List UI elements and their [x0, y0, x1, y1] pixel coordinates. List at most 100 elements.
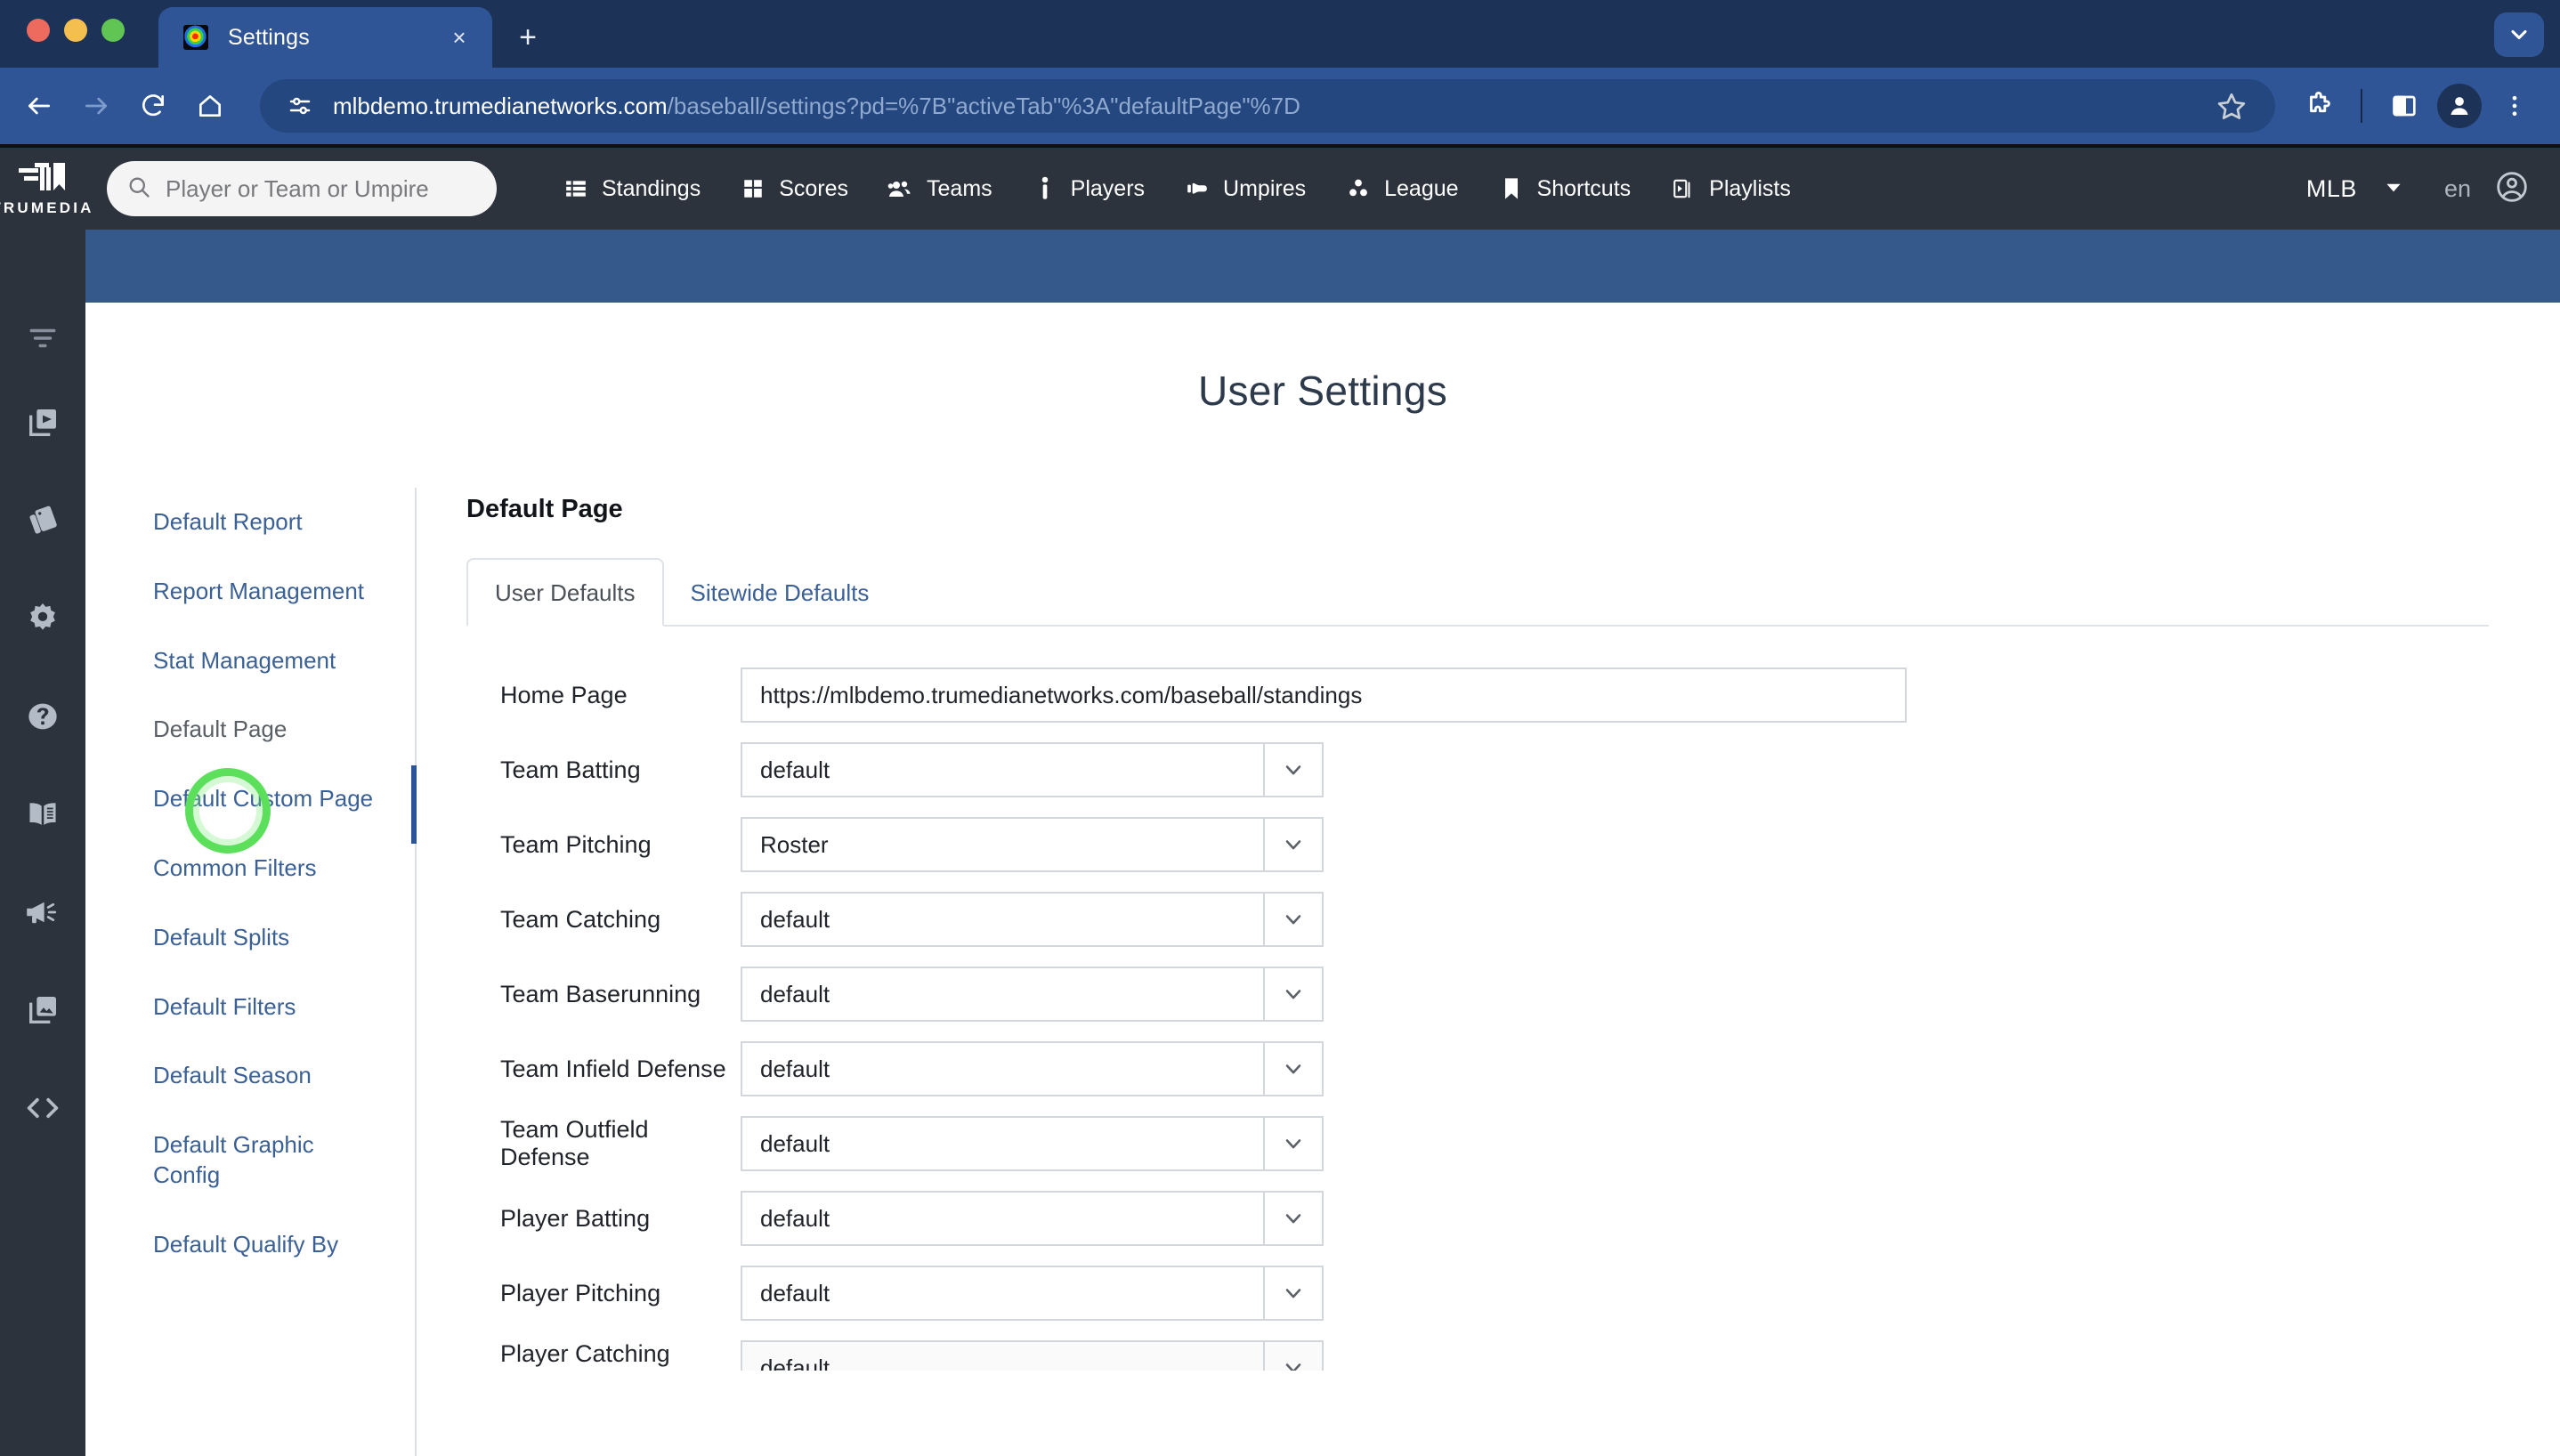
chevron-down-icon[interactable]	[1263, 1193, 1322, 1244]
tab-sitewide-defaults[interactable]: Sitewide Defaults	[664, 560, 896, 625]
form-row-team-pitching: Team Pitching Roster	[466, 817, 2489, 872]
umpire-hand-icon	[1184, 177, 1211, 200]
megaphone-icon[interactable]	[0, 863, 85, 961]
team-batting-select[interactable]: default	[741, 742, 1324, 797]
settings-nav-item-default-graphic-config[interactable]: Default Graphic Config	[153, 1111, 379, 1210]
team-outfield-defense-select[interactable]: default	[741, 1116, 1324, 1171]
teams-people-icon	[887, 177, 914, 200]
nav-label: Shortcuts	[1536, 175, 1632, 201]
video-library-icon[interactable]	[0, 374, 85, 472]
maximize-window-button[interactable]	[101, 19, 125, 42]
settings-nav-item-default-page[interactable]: Default Page	[153, 695, 379, 764]
select-value: default	[760, 980, 830, 1007]
settings-nav-item-default-report[interactable]: Default Report	[153, 488, 379, 557]
player-catching-select[interactable]: default	[741, 1340, 1324, 1371]
nav-item-shortcuts[interactable]: Shortcuts	[1478, 176, 1651, 202]
team-infield-defense-select[interactable]: default	[741, 1041, 1324, 1096]
trumedia-logo[interactable]: TRUMEDIA	[0, 161, 91, 217]
tab-user-defaults[interactable]: User Defaults	[466, 558, 664, 627]
side-panel-icon[interactable]	[2378, 80, 2430, 132]
field-label: Team Outfield Defense	[500, 1116, 649, 1170]
player-batting-select[interactable]: default	[741, 1191, 1324, 1246]
url-text: mlbdemo.trumedianetworks.com/baseball/se…	[333, 93, 1300, 120]
minimize-window-button[interactable]	[64, 19, 87, 42]
nav-label: Playlists	[1709, 175, 1791, 201]
url-bar[interactable]: mlbdemo.trumedianetworks.com/baseball/se…	[260, 79, 2275, 133]
chevron-down-icon[interactable]	[1263, 1267, 1322, 1319]
chevron-down-icon[interactable]	[1263, 1342, 1322, 1371]
select-value: default	[760, 756, 830, 783]
star-outline-icon[interactable]	[2211, 85, 2252, 126]
window-traffic-lights[interactable]	[27, 0, 125, 68]
new-tab-button[interactable]: +	[505, 14, 551, 61]
language-selector[interactable]: en	[2444, 175, 2471, 203]
caret-down-icon[interactable]	[2382, 175, 2405, 203]
settings-nav-item-default-custom-page[interactable]: Default Custom Page	[153, 764, 379, 834]
home-icon[interactable]	[183, 79, 237, 133]
field-label: Player Pitching	[500, 1279, 661, 1306]
player-pitching-select[interactable]: default	[741, 1266, 1324, 1321]
team-baserunning-select[interactable]: default	[741, 967, 1324, 1022]
team-catching-select[interactable]: default	[741, 892, 1324, 947]
settings-nav-item-default-filters[interactable]: Default Filters	[153, 973, 379, 1042]
select-value: default	[760, 1204, 830, 1232]
settings-nav-item-stat-management[interactable]: Stat Management	[153, 627, 379, 696]
nav-item-players[interactable]: Players	[1012, 176, 1164, 202]
settings-nav-item-report-management[interactable]: Report Management	[153, 557, 379, 627]
close-icon[interactable]: ×	[444, 22, 474, 53]
application-window: TRUMEDIA Player or Team or Umpire Standi…	[0, 148, 2560, 1456]
nav-label: Teams	[927, 175, 992, 201]
three-dot-menu-icon[interactable]	[2489, 80, 2540, 132]
gear-icon[interactable]	[0, 570, 85, 667]
chevron-down-icon[interactable]	[1263, 968, 1322, 1020]
account-circle-icon[interactable]	[2494, 169, 2530, 209]
book-icon[interactable]	[0, 765, 85, 863]
filter-icon[interactable]	[0, 303, 85, 374]
nav-item-umpires[interactable]: Umpires	[1164, 176, 1325, 202]
field-label: Team Batting	[500, 756, 641, 783]
search-input[interactable]: Player or Team or Umpire	[107, 161, 497, 216]
browser-tab[interactable]: Settings ×	[158, 7, 492, 68]
settings-nav-item-default-qualify-by[interactable]: Default Qualify By	[153, 1210, 379, 1280]
chevron-down-icon[interactable]	[1263, 894, 1322, 945]
chevron-down-icon[interactable]	[1263, 1118, 1322, 1169]
code-brackets-icon[interactable]	[0, 1059, 85, 1157]
nav-item-teams[interactable]: Teams	[868, 176, 1012, 202]
cards-icon[interactable]	[0, 472, 85, 570]
image-library-icon[interactable]	[0, 961, 85, 1059]
settings-nav-item-default-season[interactable]: Default Season	[153, 1041, 379, 1111]
chevron-down-icon[interactable]	[1263, 1043, 1322, 1095]
field-label: Player Catching	[500, 1340, 670, 1367]
chevron-down-icon[interactable]	[2494, 12, 2544, 57]
puzzle-piece-icon[interactable]	[2293, 80, 2345, 132]
forward-arrow-icon	[69, 79, 123, 133]
browser-tab-strip: Settings × +	[0, 0, 2560, 68]
settings-nav: Default Report Report Management Stat Ma…	[85, 488, 417, 1456]
search-placeholder: Player or Team or Umpire	[166, 174, 429, 202]
nav-item-standings[interactable]: Standings	[543, 176, 720, 202]
profile-avatar-icon[interactable]	[2437, 84, 2482, 128]
help-circle-icon[interactable]	[0, 667, 85, 765]
chevron-down-icon[interactable]	[1263, 744, 1322, 796]
form-row-home-page: Home Page https://mlbdemo.trumedianetwor…	[466, 667, 2489, 723]
field-label: Player Batting	[500, 1204, 651, 1232]
league-selector-label[interactable]: MLB	[2306, 175, 2357, 203]
home-page-input[interactable]: https://mlbdemo.trumedianetworks.com/bas…	[741, 667, 1907, 723]
nav-item-playlists[interactable]: Playlists	[1650, 176, 1811, 202]
player-icon	[1032, 176, 1058, 201]
nav-item-scores[interactable]: Scores	[720, 176, 868, 202]
nav-item-league[interactable]: League	[1325, 176, 1478, 202]
form-row-player-pitching: Player Pitching default	[466, 1266, 2489, 1321]
page-body: User Settings Default Report Report Mana…	[85, 303, 2560, 1456]
tune-icon[interactable]	[279, 85, 320, 126]
form-row-team-batting: Team Batting default	[466, 742, 2489, 797]
settings-nav-item-common-filters[interactable]: Common Filters	[153, 834, 379, 903]
team-pitching-select[interactable]: Roster	[741, 817, 1324, 872]
settings-nav-item-default-splits[interactable]: Default Splits	[153, 903, 379, 973]
chevron-down-icon[interactable]	[1263, 819, 1322, 870]
settings-layout: Default Report Report Management Stat Ma…	[85, 488, 2560, 1456]
reload-icon[interactable]	[126, 79, 180, 133]
close-window-button[interactable]	[27, 19, 50, 42]
left-icon-rail	[0, 230, 85, 1456]
back-arrow-icon[interactable]	[12, 79, 66, 133]
